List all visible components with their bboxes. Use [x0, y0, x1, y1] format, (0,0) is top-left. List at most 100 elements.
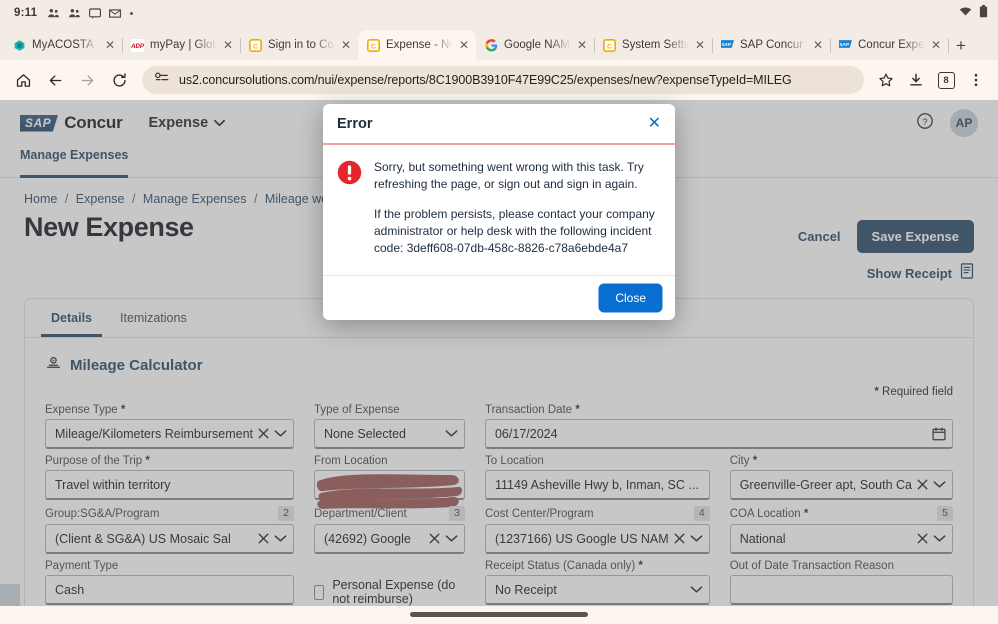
scrollbar-thumb[interactable] — [410, 612, 588, 617]
download-icon[interactable] — [902, 66, 930, 94]
cancel-button[interactable]: Cancel — [798, 229, 841, 244]
browser-tab-mypay[interactable]: ADP myPay | Globa ✕ — [122, 30, 241, 60]
chevron-down-icon[interactable] — [933, 480, 946, 489]
purpose-of-trip-input[interactable]: Travel within territory — [45, 470, 294, 500]
product-menu[interactable]: Expense — [149, 115, 226, 131]
horizontal-scrollbar[interactable] — [0, 606, 998, 624]
site-info-icon[interactable] — [154, 71, 169, 89]
required-marker: * — [572, 404, 580, 416]
chevron-down-icon[interactable] — [274, 429, 287, 438]
group-sga-program-select[interactable]: (Client & SG&A) US Mosaic Sal — [45, 524, 294, 554]
close-icon[interactable]: ✕ — [223, 39, 234, 51]
browser-tab-strip[interactable]: MyACOSTA - M ✕ ADP myPay | Globa ✕ C Sig… — [0, 26, 998, 60]
tab-details[interactable]: Details — [41, 299, 102, 337]
field-type-of-expense: Type of Expense None Selected — [314, 404, 465, 449]
from-location-input[interactable] — [314, 470, 465, 500]
browser-tab-myacosta[interactable]: MyACOSTA - M ✕ — [4, 30, 123, 60]
chevron-down-icon[interactable] — [445, 534, 458, 543]
expense-form-card: Details Itemizations Mileage Calculator … — [24, 298, 974, 624]
screen-root: 9:11 MyACOSTA - M ✕ ADP myPay | Globa ✕ … — [0, 0, 998, 624]
clear-icon[interactable] — [673, 532, 686, 545]
chrome-menu-icon[interactable] — [962, 66, 990, 94]
chevron-down-icon[interactable] — [690, 585, 703, 594]
close-icon[interactable]: ✕ — [813, 39, 824, 51]
cost-center-program-select[interactable]: (1237166) US Google US NAM — [484, 524, 710, 554]
close-icon[interactable]: ✕ — [931, 39, 942, 51]
mileage-calculator-row[interactable]: Mileage Calculator — [25, 338, 973, 380]
label-text: Department/Client — [314, 507, 407, 520]
receipt-icon[interactable] — [960, 263, 974, 284]
bookmark-star-icon[interactable] — [872, 66, 900, 94]
secondary-actions: Show Receipt — [798, 263, 974, 284]
chevron-down-icon[interactable] — [933, 534, 946, 543]
subnav-item-manage-expenses[interactable]: Manage Expenses — [20, 146, 129, 178]
tab-title: MyACOSTA - M — [32, 39, 99, 51]
close-icon[interactable]: ✕ — [648, 116, 661, 132]
clear-icon[interactable] — [428, 532, 441, 545]
avatar[interactable]: AP — [950, 109, 978, 137]
clear-icon[interactable] — [257, 532, 270, 545]
field-city: City * Greenville-Greer apt, South Ca — [729, 455, 953, 500]
mail-icon — [109, 8, 122, 19]
reload-icon[interactable] — [104, 65, 134, 95]
label-text: Type of Expense — [314, 404, 400, 416]
coa-location-select[interactable]: National — [729, 524, 953, 554]
close-icon[interactable]: ✕ — [695, 39, 706, 51]
payment-type-select[interactable]: Cash — [45, 575, 294, 605]
required-marker: * — [874, 386, 879, 398]
breadcrumb-expense[interactable]: Expense — [76, 192, 125, 206]
help-circle-icon[interactable]: ? — [916, 112, 934, 135]
close-icon[interactable]: ✕ — [341, 39, 352, 51]
browser-tab-concur-expense[interactable]: SAP Concur Expens ✕ — [830, 30, 949, 60]
os-status-bar: 9:11 — [0, 0, 998, 26]
city-select[interactable]: Greenville-Greer apt, South Ca — [729, 470, 953, 500]
clear-icon[interactable] — [916, 532, 929, 545]
label-text: Payment Type — [45, 560, 119, 572]
browser-tab-system-settings[interactable]: C System Settin ✕ — [594, 30, 713, 60]
home-icon[interactable] — [8, 65, 38, 95]
receipt-status-select[interactable]: No Receipt — [484, 575, 710, 605]
back-icon[interactable] — [40, 65, 70, 95]
field-label: From Location — [314, 455, 465, 467]
browser-tab-google[interactable]: Google NAME ✕ — [476, 30, 595, 60]
to-location-input[interactable]: 11149 Asheville Hwy b, Inman, SC ... — [484, 470, 710, 500]
calendar-icon[interactable] — [932, 426, 946, 441]
chevron-down-icon[interactable] — [690, 534, 703, 543]
browser-tab-sap-concur[interactable]: SAP SAP Concur C ✕ — [712, 30, 831, 60]
new-tab-button[interactable]: + — [956, 37, 966, 54]
mileage-calculator-link[interactable]: Mileage Calculator — [70, 357, 203, 374]
address-bar[interactable]: us2.concursolutions.com/nui/expense/repo… — [142, 66, 864, 94]
clear-icon[interactable] — [257, 427, 270, 440]
save-expense-button[interactable]: Save Expense — [856, 220, 974, 253]
type-of-expense-select[interactable]: None Selected — [314, 419, 465, 449]
clear-icon[interactable] — [916, 478, 929, 491]
field-personal-expense: Personal Expense (do not reimburse) — [314, 560, 465, 606]
error-dialog-title: Error — [337, 116, 373, 132]
browser-tab-signin-concur[interactable]: C Sign in to Con ✕ — [240, 30, 359, 60]
transaction-date-input[interactable]: 06/17/2024 — [484, 419, 953, 449]
error-close-button[interactable]: Close — [600, 285, 661, 312]
extensions-icon[interactable]: 8 — [932, 66, 960, 94]
chevron-down-icon[interactable] — [274, 534, 287, 543]
field-out-of-date-reason: Out of Date Transaction Reason — [729, 560, 953, 606]
required-marker: * — [800, 507, 809, 520]
close-icon[interactable]: ✕ — [577, 39, 588, 51]
required-marker: * — [142, 455, 150, 467]
chevron-down-icon — [214, 115, 226, 131]
out-of-date-reason-input[interactable] — [729, 575, 953, 605]
personal-expense-checkbox-row[interactable]: Personal Expense (do not reimburse) — [314, 560, 465, 606]
breadcrumb-home[interactable]: Home — [24, 192, 57, 206]
breadcrumb-manage-expenses[interactable]: Manage Expenses — [143, 192, 247, 206]
close-icon[interactable]: ✕ — [105, 39, 116, 51]
show-receipt-button[interactable]: Show Receipt — [867, 266, 952, 281]
close-icon[interactable]: ✕ — [459, 39, 470, 51]
expense-type-select[interactable]: Mileage/Kilometers Reimbursement — [45, 419, 294, 449]
personal-expense-checkbox[interactable] — [314, 584, 325, 600]
tab-itemizations[interactable]: Itemizations — [110, 299, 197, 337]
tab-title: Expense - New — [386, 39, 453, 51]
status-clock: 9:11 — [14, 7, 38, 19]
browser-tab-expense-new[interactable]: C Expense - New ✕ — [358, 30, 476, 60]
label-text: Purpose of the Trip — [45, 455, 143, 467]
department-client-select[interactable]: (42692) Google — [314, 524, 465, 554]
chevron-down-icon[interactable] — [445, 429, 458, 438]
